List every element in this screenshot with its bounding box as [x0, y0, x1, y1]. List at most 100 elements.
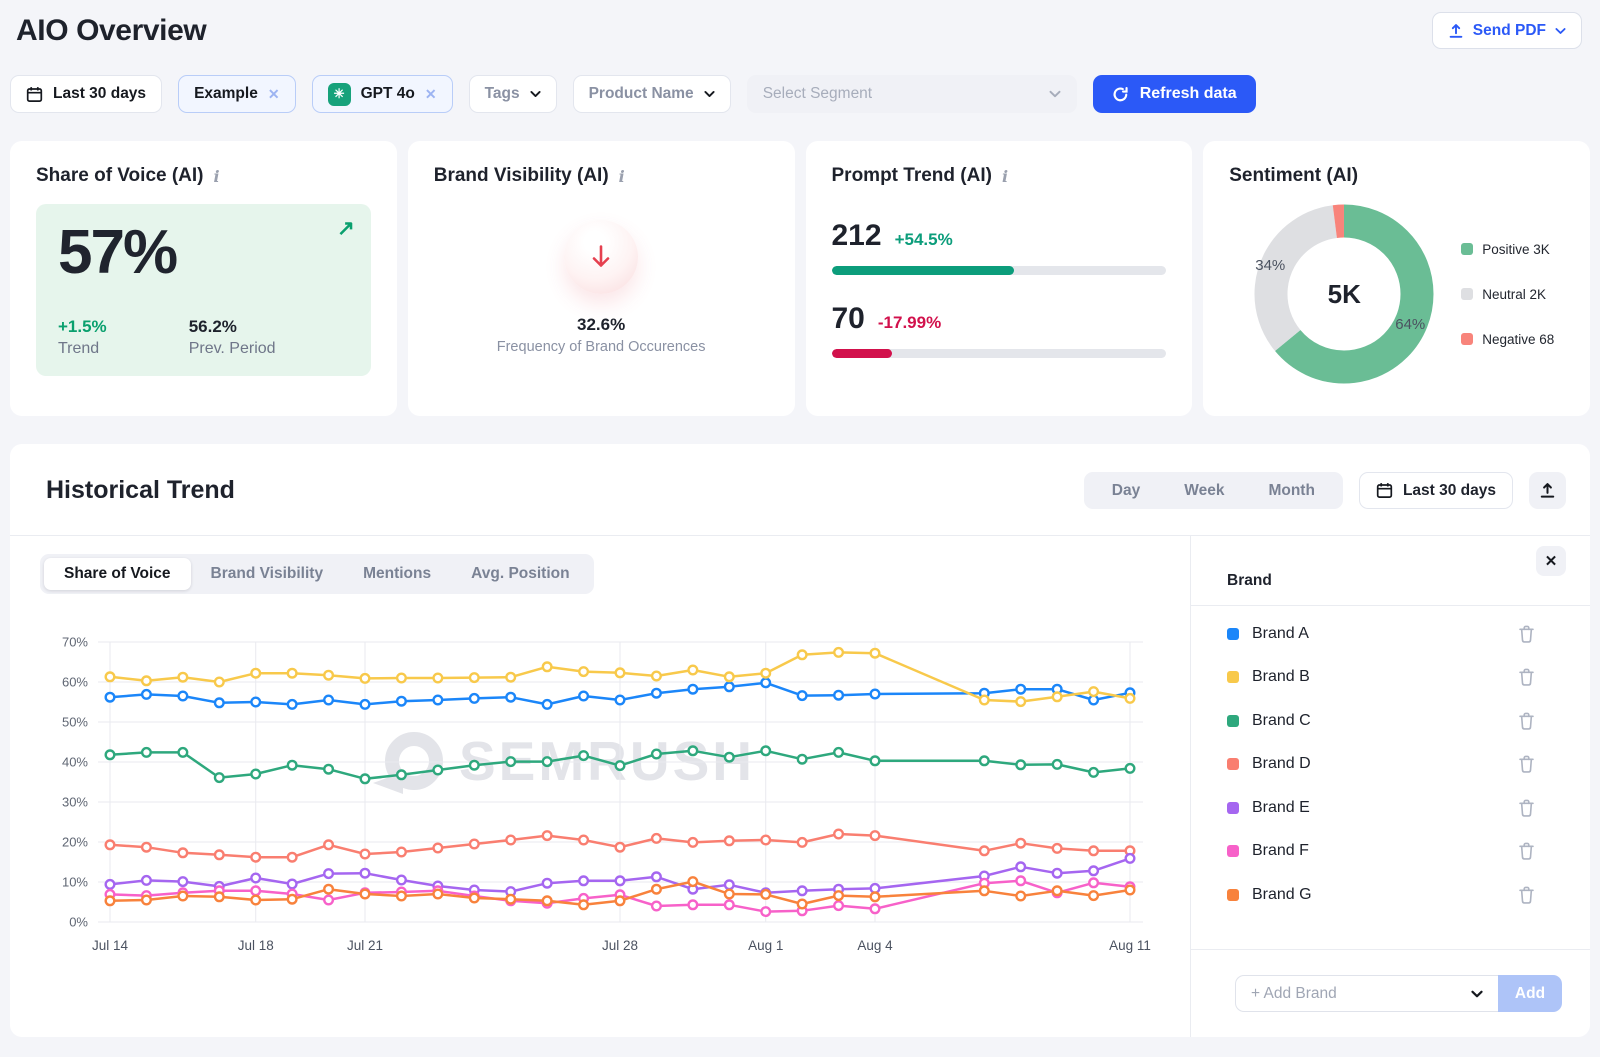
share-of-voice-card: Share of Voice (AI) i 57% ↗ +1.5% Trend …	[10, 141, 397, 416]
close-panel-button[interactable]: ✕	[1536, 546, 1566, 576]
segment-select[interactable]: Select Segment	[747, 75, 1077, 113]
svg-text:Jul 21: Jul 21	[347, 938, 383, 953]
brand-visibility-card: Brand Visibility (AI) i 32.6% Frequency …	[408, 141, 795, 416]
brand-color-swatch	[1227, 845, 1239, 857]
brand-panel-header: Brand	[1227, 572, 1590, 590]
svg-text:Jul 28: Jul 28	[602, 938, 638, 953]
brand-row: Brand G	[1191, 873, 1590, 917]
date-range-filter[interactable]: Last 30 days	[10, 75, 162, 113]
svg-text:20%: 20%	[62, 835, 88, 850]
tab-mentions[interactable]: Mentions	[343, 558, 451, 590]
svg-text:Jul 18: Jul 18	[238, 938, 274, 953]
prev-period-label: Prev. Period	[189, 340, 276, 358]
brand-row: Brand E	[1191, 786, 1590, 830]
brand-row: Brand C	[1191, 699, 1590, 743]
product-name-label: Product Name	[589, 85, 694, 103]
filter-bar: Last 30 days Example ✕ ✳ GPT 4o ✕ Tags P…	[0, 75, 1600, 113]
chevron-down-icon	[1049, 90, 1061, 98]
chart-date-range-button[interactable]: Last 30 days	[1359, 472, 1513, 509]
example-filter-chip[interactable]: Example ✕	[178, 75, 296, 113]
remove-model-chip-icon[interactable]: ✕	[425, 86, 437, 103]
granularity-week[interactable]: Week	[1162, 482, 1246, 500]
prompt-trend-value-2: 70	[832, 302, 865, 336]
positive-swatch	[1461, 243, 1473, 255]
brand-visibility-value: 32.6%	[577, 315, 625, 335]
share-of-voice-panel: 57% ↗ +1.5% Trend 56.2% Prev. Period	[36, 204, 371, 376]
granularity-month[interactable]: Month	[1246, 482, 1336, 500]
tab-brand-visibility[interactable]: Brand Visibility	[191, 558, 344, 590]
delete-brand-button[interactable]	[1517, 798, 1536, 818]
prev-period-value: 56.2%	[189, 317, 276, 337]
export-chart-button[interactable]	[1529, 472, 1566, 509]
delete-brand-button[interactable]	[1517, 624, 1536, 644]
visibility-badge	[564, 220, 638, 294]
sentiment-title: Sentiment (AI)	[1229, 165, 1358, 187]
brand-color-swatch	[1227, 671, 1239, 683]
chevron-down-icon	[1471, 990, 1483, 998]
refresh-data-label: Refresh data	[1140, 85, 1237, 103]
trend-up-arrow-icon: ↗	[337, 216, 355, 241]
svg-text:Jul 14: Jul 14	[92, 938, 129, 953]
brand-color-swatch	[1227, 715, 1239, 727]
legend-item-neutral: Neutral 2K	[1461, 287, 1559, 302]
arrow-down-icon	[589, 243, 613, 271]
prompt-trend-delta-2: -17.99%	[878, 313, 941, 333]
share-of-voice-value: 57%	[58, 220, 349, 287]
metric-tabs: Share of Voice Brand Visibility Mentions…	[40, 554, 594, 594]
svg-text:40%: 40%	[62, 755, 88, 770]
chart-area: Share of Voice Brand Visibility Mentions…	[10, 536, 1190, 1037]
prompt-trend-title: Prompt Trend (AI)	[832, 165, 992, 187]
svg-text:Aug 4: Aug 4	[857, 938, 893, 953]
upload-icon	[1539, 482, 1556, 499]
prompt-trend-bar	[832, 266, 1167, 275]
tags-dropdown[interactable]: Tags	[469, 75, 557, 113]
refresh-data-button[interactable]: Refresh data	[1093, 75, 1256, 113]
svg-text:Aug 1: Aug 1	[748, 938, 783, 953]
sentiment-callout-positive: 64%	[1395, 316, 1425, 333]
info-icon[interactable]: i	[619, 167, 625, 186]
remove-example-chip-icon[interactable]: ✕	[268, 86, 280, 103]
historical-trend-title: Historical Trend	[46, 476, 235, 505]
chevron-down-icon	[704, 90, 715, 98]
add-brand-button[interactable]: Add	[1498, 975, 1562, 1012]
upload-icon	[1448, 23, 1464, 39]
date-range-label: Last 30 days	[53, 85, 146, 103]
delete-brand-button[interactable]	[1517, 885, 1536, 905]
trend-label: Trend	[58, 340, 107, 358]
sentiment-donut: 5K 64% 34%	[1249, 199, 1439, 389]
refresh-icon	[1112, 86, 1129, 103]
example-chip-label: Example	[194, 85, 258, 103]
product-name-dropdown[interactable]: Product Name	[573, 75, 731, 113]
trend-chart: 0%10%20%30%40%50%60%70%Jul 14Jul 18Jul 2…	[40, 624, 1170, 972]
trend-value: +1.5%	[58, 317, 107, 337]
tab-avg-position[interactable]: Avg. Position	[451, 558, 589, 590]
calendar-icon	[1376, 482, 1393, 499]
sentiment-callout-neutral: 34%	[1255, 257, 1285, 274]
model-chip-label: GPT 4o	[361, 85, 415, 103]
neutral-swatch	[1461, 288, 1473, 300]
historical-trend-card: Historical Trend Day Week Month Last 30 …	[10, 444, 1590, 1037]
delete-brand-button[interactable]	[1517, 754, 1536, 774]
svg-text:10%: 10%	[62, 875, 88, 890]
add-brand-select[interactable]: + Add Brand	[1235, 975, 1498, 1012]
historical-trend-header: Historical Trend Day Week Month Last 30 …	[10, 444, 1590, 536]
send-pdf-label: Send PDF	[1473, 22, 1546, 40]
share-of-voice-title: Share of Voice (AI)	[36, 165, 204, 187]
prompt-trend-value-1: 212	[832, 219, 882, 253]
prompt-trend-card: Prompt Trend (AI) i 212 +54.5% 70 -17.99…	[806, 141, 1193, 416]
info-icon[interactable]: i	[214, 167, 220, 186]
tab-share-of-voice[interactable]: Share of Voice	[44, 558, 191, 590]
delete-brand-button[interactable]	[1517, 711, 1536, 731]
delete-brand-button[interactable]	[1517, 841, 1536, 861]
model-filter-chip[interactable]: ✳ GPT 4o ✕	[312, 75, 453, 113]
svg-text:60%: 60%	[62, 675, 88, 690]
brand-row: Brand D	[1191, 743, 1590, 787]
svg-text:Aug 11: Aug 11	[1109, 938, 1151, 953]
delete-brand-button[interactable]	[1517, 667, 1536, 687]
brand-color-swatch	[1227, 758, 1239, 770]
info-icon[interactable]: i	[1002, 167, 1008, 186]
granularity-day[interactable]: Day	[1090, 482, 1162, 500]
send-pdf-button[interactable]: Send PDF	[1432, 12, 1582, 49]
add-brand-row: + Add Brand Add	[1191, 949, 1590, 1037]
svg-text:0%: 0%	[69, 915, 88, 930]
